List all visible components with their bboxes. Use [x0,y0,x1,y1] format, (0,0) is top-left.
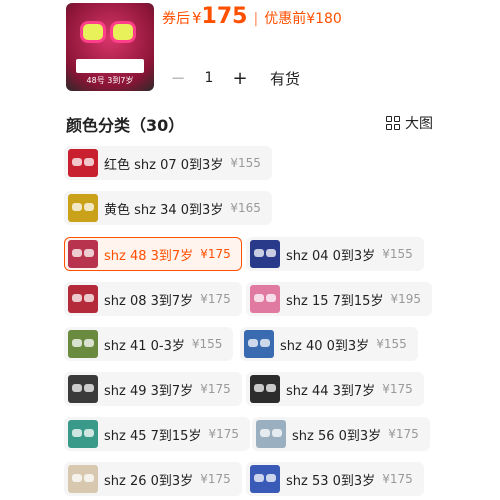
quantity-stepper: − 1 + [164,64,254,92]
large-view-label: 大图 [405,116,433,132]
option-thumbnail [68,194,98,222]
color-option[interactable]: shz 40 0到3岁 ¥155 [240,327,418,361]
coupon-label: 券后 [162,11,190,27]
grid-icon [386,116,400,130]
section-title: 颜色分类（30） [66,116,185,135]
color-option[interactable]: shz 45 7到15岁 ¥175 [64,417,251,451]
label-strip [76,59,144,73]
large-view-toggle[interactable]: 大图 [386,113,433,133]
option-name: shz 56 0到3岁 [292,428,382,444]
option-price: ¥175 [200,247,231,261]
increase-button[interactable]: + [226,64,254,92]
option-thumbnail [250,465,280,493]
option-thumbnail [250,240,280,268]
coupon-price: 175 [201,4,248,29]
color-option[interactable]: 红色 shz 07 0到3岁 ¥155 [64,146,272,180]
option-thumbnail [68,240,98,268]
color-option[interactable]: shz 49 3到7岁 ¥175 [64,372,242,406]
option-thumbnail [256,420,286,448]
original-price-label: 优惠前 [264,11,307,27]
color-option[interactable]: shz 53 0到3岁 ¥175 [246,462,424,496]
color-option[interactable]: shz 04 0到3岁 ¥155 [246,237,424,271]
original-price: ¥180 [306,11,342,27]
option-thumbnail [68,465,98,493]
option-price: ¥165 [230,201,261,215]
option-thumbnail [68,420,98,448]
option-name: shz 08 3到7岁 [104,293,194,309]
product-summary: 48号 3到7岁 券后 ¥ 175 | 优惠前 ¥180 − 1 + 有货 [0,0,500,100]
color-option[interactable]: shz 08 3到7岁 ¥175 [64,282,242,316]
option-price: ¥175 [200,382,231,396]
option-name: shz 45 7到15岁 [104,428,202,444]
color-option[interactable]: shz 41 0-3岁 ¥155 [64,327,234,361]
option-name: shz 04 0到3岁 [286,248,376,264]
option-price: ¥175 [382,472,413,486]
color-option[interactable]: shz 26 0到3岁 ¥175 [64,462,242,496]
price-separator: | [253,11,259,27]
option-price: ¥155 [376,337,407,351]
option-name: shz 40 0到3岁 [280,338,370,354]
decrease-button[interactable]: − [164,64,192,92]
option-price: ¥175 [208,427,240,441]
option-name: shz 48 3到7岁 [104,248,194,264]
option-name: shz 15 7到15岁 [286,293,384,309]
stock-status: 有货 [270,70,301,88]
color-option[interactable]: 黄色 shz 34 0到3岁 ¥165 [64,191,272,225]
lens-left-shape [80,21,106,43]
option-thumbnail [250,375,280,403]
option-thumbnail [68,330,98,358]
option-thumbnail [68,149,98,177]
lens-right-shape [110,21,136,43]
option-name: shz 49 3到7岁 [104,383,194,399]
color-option[interactable]: shz 48 3到7岁 ¥175 [64,237,242,271]
selected-variant-image[interactable]: 48号 3到7岁 [66,3,154,91]
option-name: 红色 shz 07 0到3岁 [104,157,224,173]
option-thumbnail [250,285,280,313]
option-thumbnail [68,285,98,313]
option-thumbnail [244,330,274,358]
option-price: ¥175 [200,292,231,306]
option-name: shz 44 3到7岁 [286,383,376,399]
option-name: shz 41 0-3岁 [104,338,185,354]
option-price: ¥175 [200,472,231,486]
price-line: 券后 ¥ 175 | 优惠前 ¥180 [162,4,342,29]
option-name: shz 53 0到3岁 [286,473,376,489]
color-option[interactable]: shz 15 7到15岁 ¥195 [246,282,433,316]
color-option[interactable]: shz 56 0到3岁 ¥175 [252,417,430,451]
option-price: ¥175 [382,382,413,396]
quantity-value[interactable]: 1 [192,70,226,86]
option-price: ¥155 [191,337,223,351]
option-price: ¥175 [388,427,419,441]
option-thumbnail [68,375,98,403]
option-price: ¥155 [230,156,261,170]
currency-symbol: ¥ [192,9,202,27]
option-name: 黄色 shz 34 0到3岁 [104,202,224,218]
option-name: shz 26 0到3岁 [104,473,194,489]
color-option[interactable]: shz 44 3到7岁 ¥175 [246,372,424,406]
option-price: ¥195 [390,292,422,306]
thumb-caption: 48号 3到7岁 [86,76,134,85]
option-price: ¥155 [382,247,413,261]
